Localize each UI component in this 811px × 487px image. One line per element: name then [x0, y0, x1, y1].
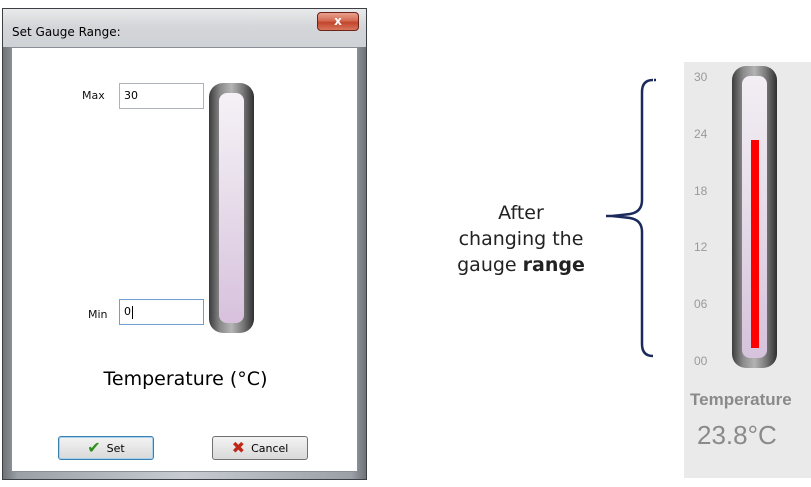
gauge-tick-label: 12: [694, 240, 708, 255]
annotation-line-3: gauge range: [436, 252, 606, 278]
gauge-tick-label: 18: [694, 183, 708, 198]
gauge-tick-label: 24: [694, 126, 708, 141]
dialog-client-area: Max 30 Min 0 Temperature (°C) ✔ Set ✖ Ca…: [11, 47, 358, 472]
gauge-name: Temperature: [690, 390, 792, 409]
annotation-line-3-prefix: gauge: [457, 254, 517, 276]
cancel-button[interactable]: ✖ Cancel: [212, 436, 308, 460]
dialog-titlebar[interactable]: Set Gauge Range: x: [3, 9, 366, 47]
curly-brace: [606, 78, 656, 358]
annotation-line-2: changing the: [458, 228, 584, 250]
min-input[interactable]: 0: [119, 299, 204, 325]
annotation-line-1: After: [498, 202, 544, 224]
set-button[interactable]: ✔ Set: [58, 436, 154, 460]
min-label: Min: [88, 308, 108, 321]
gauge-tick-label: 30: [694, 70, 708, 84]
gauge-caption: Temperature (°C): [103, 368, 268, 390]
max-label: Max: [82, 89, 105, 102]
dialog-title: Set Gauge Range:: [12, 25, 121, 39]
max-input[interactable]: 30: [119, 83, 204, 109]
set-button-label: Set: [106, 441, 125, 455]
max-input-value: 30: [124, 89, 138, 102]
cancel-button-label: Cancel: [251, 441, 289, 455]
annotation-emphasis: range: [522, 254, 585, 276]
text-caret: [132, 305, 133, 319]
close-icon: x: [334, 14, 342, 28]
gauge-tick-label: 00: [694, 354, 708, 368]
checkmark-icon: ✔: [87, 438, 101, 457]
min-input-value: 0: [124, 305, 131, 318]
gauge-value: 23.8°C: [697, 420, 777, 450]
gauge-tick-label: 06: [694, 297, 708, 312]
set-gauge-range-dialog: Set Gauge Range: x Max 30 Min 0 Temperat…: [2, 8, 367, 480]
annotation-text: After changing the gauge range: [436, 200, 606, 278]
gauge-fill-bar: [750, 140, 759, 348]
cross-icon: ✖: [231, 438, 246, 457]
gauge-preview: [209, 83, 254, 333]
temperature-gauge: [732, 66, 777, 368]
gauge-tube: [742, 76, 767, 358]
close-button[interactable]: x: [317, 12, 359, 31]
gauge-preview-tube: [219, 93, 244, 323]
